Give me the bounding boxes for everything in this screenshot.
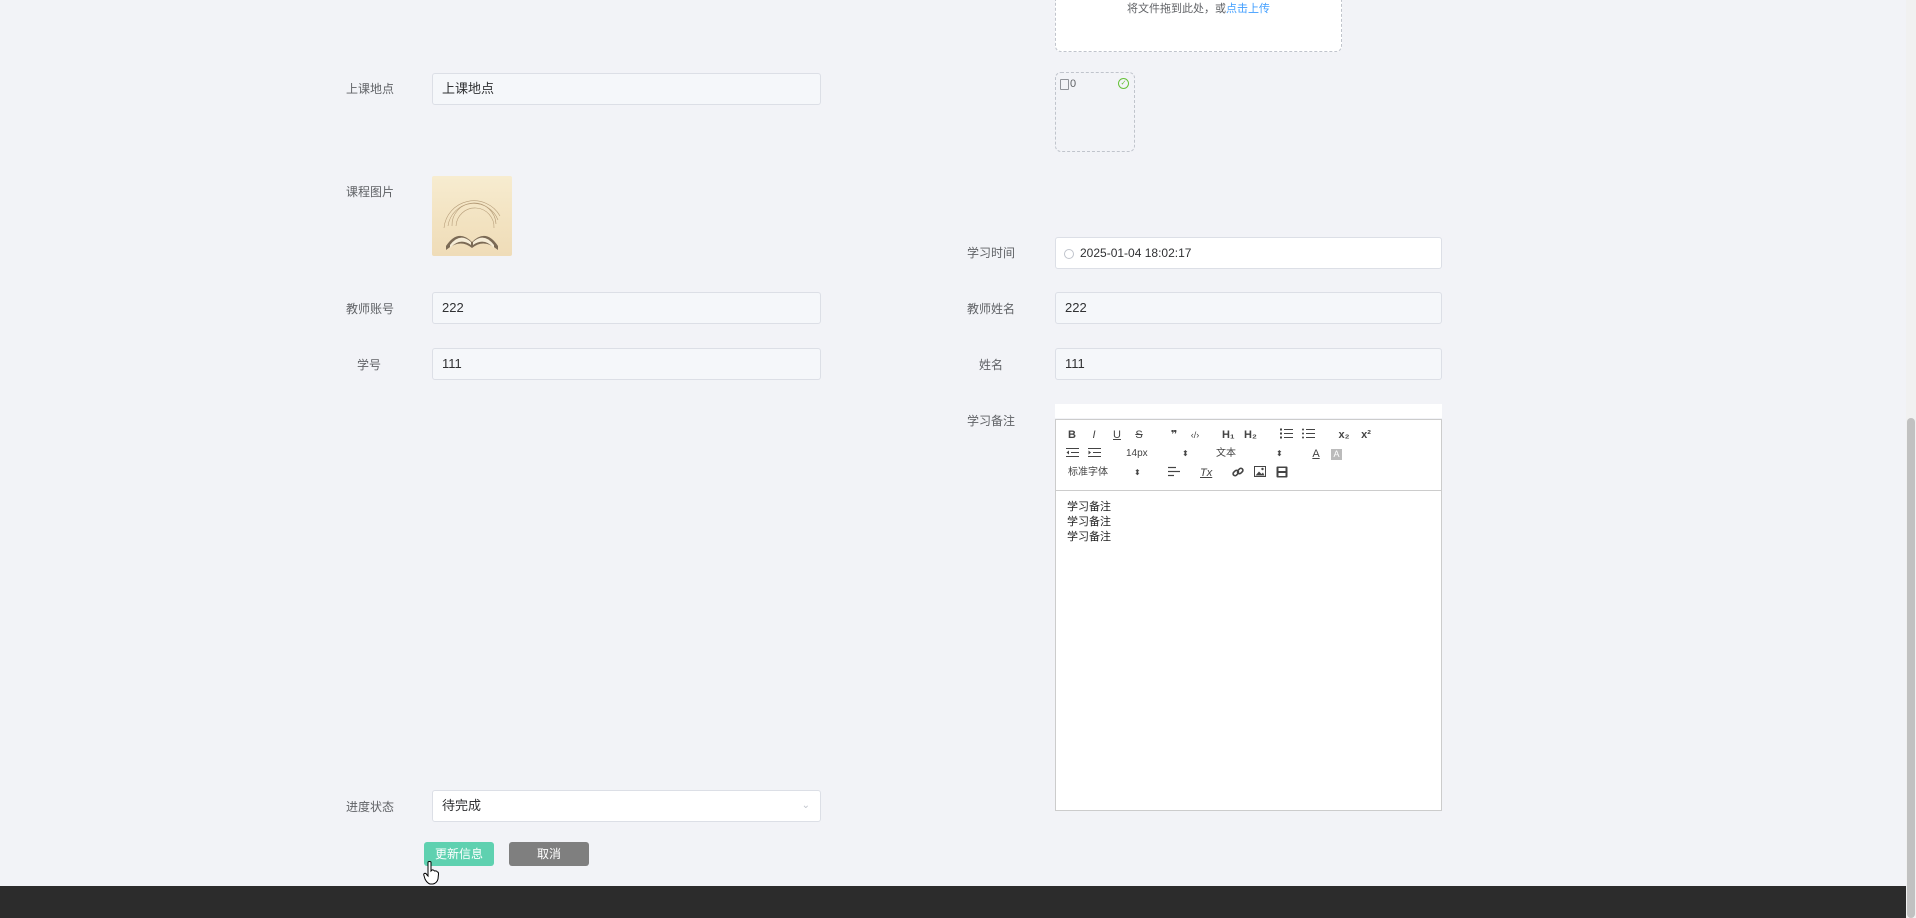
student-id-input[interactable]: 111	[432, 348, 821, 380]
align-left-icon[interactable]	[1168, 466, 1180, 481]
uploaded-file-card[interactable]: 0 ✓	[1055, 72, 1135, 152]
indent-icon[interactable]	[1088, 447, 1101, 462]
select-arrows-icon: ⬍	[1182, 449, 1189, 458]
bold-icon[interactable]: B	[1066, 428, 1078, 442]
editor-toolbar: B I U S ❞ ‹/› H₁ H₂ x₂ x² 14px ⬍ 文本 ⬍ A	[1056, 420, 1441, 491]
progress-status-select[interactable]: 待完成 ⌄	[432, 790, 821, 822]
teacher-account-input[interactable]: 222	[432, 292, 821, 324]
study-time-label: 学习时间	[967, 246, 1016, 260]
cancel-button[interactable]: 取消	[509, 842, 589, 866]
header-select-value: 文本	[1216, 448, 1236, 459]
subscript-icon[interactable]: x₂	[1338, 428, 1350, 442]
chevron-down-icon: ⌄	[801, 800, 810, 811]
clock-icon	[1064, 248, 1074, 259]
underline-icon[interactable]: U	[1111, 428, 1123, 442]
study-note-label: 学习备注	[967, 414, 1016, 428]
location-input[interactable]: 上课地点	[432, 73, 821, 105]
editor-line: 学习备注	[1067, 516, 1111, 528]
check-circle-icon: ✓	[1118, 78, 1129, 89]
open-book-image	[443, 200, 501, 250]
font-family-select[interactable]: 标准字体 ⬍	[1068, 466, 1144, 480]
select-arrows-icon: ⬍	[1276, 449, 1283, 458]
teacher-account-label: 教师账号	[346, 302, 395, 316]
document-icon	[1060, 79, 1069, 90]
font-size-select[interactable]: 14px ⬍	[1126, 447, 1190, 461]
upload-click-link[interactable]: 点击上传	[1226, 3, 1270, 15]
study-time-value: 2025-01-04 18:02:17	[1080, 246, 1192, 260]
select-arrows-icon: ⬍	[1134, 468, 1141, 477]
code-block-icon[interactable]: ‹/›	[1189, 428, 1201, 442]
editor-content[interactable]: 学习备注 学习备注 学习备注	[1067, 500, 1111, 545]
bullet-list-icon[interactable]	[1302, 428, 1315, 443]
strikethrough-icon[interactable]: S	[1133, 428, 1145, 442]
progress-status-value: 待完成	[442, 798, 482, 813]
outdent-icon[interactable]	[1066, 447, 1079, 462]
video-icon[interactable]	[1276, 466, 1288, 482]
scrollbar-thumb[interactable]	[1907, 418, 1915, 918]
blockquote-icon[interactable]: ❞	[1168, 428, 1180, 442]
course-image[interactable]	[432, 176, 512, 256]
clear-format-icon[interactable]: Tx	[1200, 466, 1212, 480]
teacher-name-label: 教师姓名	[967, 302, 1016, 316]
superscript-icon[interactable]: x²	[1360, 428, 1372, 442]
student-name-label: 姓名	[979, 358, 1004, 372]
progress-status-label: 进度状态	[346, 800, 395, 814]
uploaded-file-name: 0	[1070, 78, 1077, 90]
upload-dropzone[interactable]: 将文件拖到此处，或点击上传	[1055, 0, 1342, 52]
text-color-icon[interactable]: A	[1310, 447, 1322, 461]
header-select[interactable]: 文本 ⬍	[1216, 447, 1284, 461]
editor-top-strip	[1055, 404, 1442, 418]
rich-text-editor[interactable]: B I U S ❞ ‹/› H₁ H₂ x₂ x² 14px ⬍ 文本 ⬍ A	[1055, 419, 1442, 811]
background-color-icon[interactable]: A	[1331, 449, 1342, 460]
ordered-list-icon[interactable]	[1280, 428, 1293, 443]
location-label: 上课地点	[346, 82, 395, 96]
link-icon[interactable]	[1232, 466, 1244, 482]
course-image-label: 课程图片	[346, 185, 395, 199]
editor-line: 学习备注	[1067, 531, 1111, 543]
header-2-icon[interactable]: H₂	[1244, 428, 1257, 442]
header-1-icon[interactable]: H₁	[1222, 428, 1235, 442]
upload-drop-text: 将文件拖到此处，或	[1127, 3, 1226, 15]
italic-icon[interactable]: I	[1088, 428, 1100, 442]
editor-line: 学习备注	[1067, 501, 1111, 513]
footer-bar	[0, 886, 1906, 918]
student-id-label: 学号	[357, 358, 382, 372]
font-size-value: 14px	[1126, 448, 1148, 459]
study-time-picker[interactable]: 2025-01-04 18:02:17	[1055, 237, 1442, 269]
image-icon[interactable]	[1254, 466, 1266, 481]
teacher-name-input[interactable]: 222	[1055, 292, 1442, 324]
student-name-input[interactable]: 111	[1055, 348, 1442, 380]
font-family-value: 标准字体	[1068, 467, 1108, 478]
